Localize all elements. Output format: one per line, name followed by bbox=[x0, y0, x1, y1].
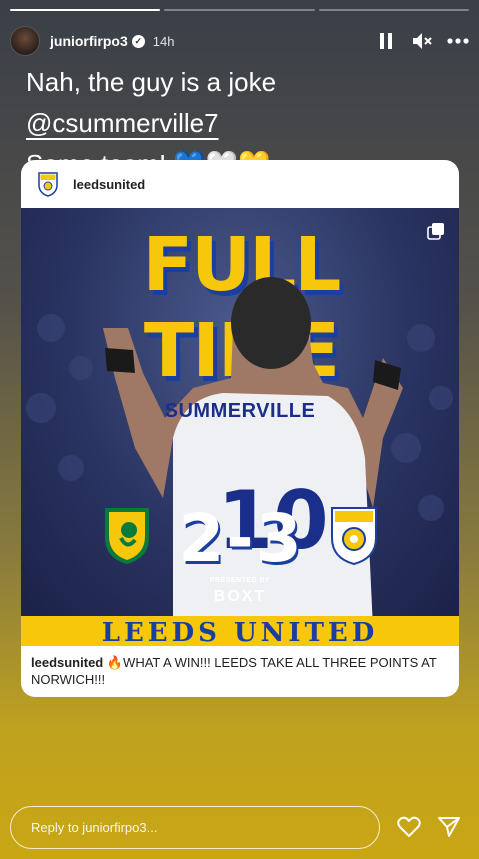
shared-post-header: leedsunited bbox=[21, 160, 459, 208]
more-options-button[interactable] bbox=[447, 30, 469, 52]
send-icon bbox=[438, 817, 460, 837]
avatar[interactable] bbox=[10, 26, 40, 56]
caption-text: Nah, the guy is a joke bbox=[26, 67, 277, 97]
progress-segment bbox=[10, 9, 161, 11]
match-score: 2-3 bbox=[178, 500, 304, 577]
heart-icon bbox=[397, 816, 421, 837]
jersey-name: SUMMERVILLE bbox=[164, 400, 316, 422]
club-banner: LEEDS UNITED bbox=[21, 616, 459, 646]
shared-post-caption: leedsunited 🔥WHAT A WIN!!! LEEDS TAKE AL… bbox=[31, 654, 449, 688]
mute-button[interactable] bbox=[411, 30, 433, 52]
shared-post-card[interactable]: leedsunited FULL TIME 10 SUMMERVILLE bbox=[21, 160, 459, 697]
share-button[interactable] bbox=[436, 814, 462, 840]
like-button[interactable] bbox=[396, 814, 422, 840]
reply-input[interactable] bbox=[11, 807, 379, 848]
caption-username[interactable]: leedsunited bbox=[31, 655, 103, 670]
story-progress-bar bbox=[10, 9, 469, 11]
banner-text: LEEDS UNITED bbox=[101, 618, 379, 646]
progress-segment bbox=[164, 9, 315, 11]
pause-button[interactable] bbox=[375, 30, 397, 52]
verified-badge-icon: ✓ bbox=[131, 34, 145, 48]
score-row: 2-3 bbox=[21, 500, 459, 577]
shared-post-username[interactable]: leedsunited bbox=[73, 177, 145, 192]
more-horizontal-icon bbox=[447, 38, 469, 44]
presented-by-label: PRESENTED BY bbox=[209, 577, 271, 584]
post-image: FULL TIME 10 SUMMERVILLE 2-3 bbox=[21, 208, 459, 616]
norwich-crest-icon bbox=[105, 508, 149, 564]
story-header: juniorfirpo3 ✓ 14h bbox=[10, 26, 469, 56]
mention-link[interactable]: @csummerville7 bbox=[26, 108, 219, 138]
reply-field[interactable] bbox=[10, 806, 380, 849]
sponsor-logo: BOXT bbox=[213, 588, 267, 605]
post-time: 14h bbox=[152, 33, 175, 49]
leeds-crest-icon bbox=[38, 172, 58, 197]
muted-speaker-icon bbox=[413, 33, 432, 49]
progress-segment bbox=[318, 9, 469, 11]
username[interactable]: juniorfirpo3 bbox=[50, 33, 128, 49]
pause-icon bbox=[380, 33, 392, 49]
leeds-crest-icon bbox=[331, 507, 377, 566]
